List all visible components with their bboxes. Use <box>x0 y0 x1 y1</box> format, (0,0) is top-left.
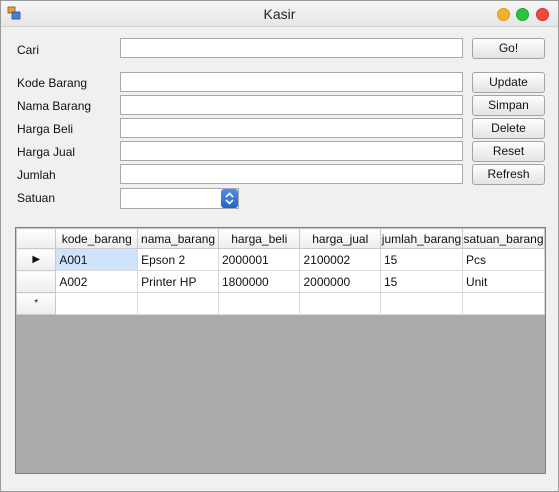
table-cell[interactable] <box>461 292 545 315</box>
harga-beli-input[interactable] <box>120 118 463 138</box>
harga-beli-label: Harga Beli <box>17 122 74 136</box>
table-cell[interactable]: 2100002 <box>299 248 381 271</box>
new-row[interactable]: * <box>16 292 545 315</box>
table-cell[interactable] <box>299 292 381 315</box>
column-header-kode-barang[interactable]: kode_barang <box>55 228 139 249</box>
harga-jual-label: Harga Jual <box>17 145 76 159</box>
table-cell[interactable]: 15 <box>380 270 463 293</box>
table-cell[interactable]: Pcs <box>461 248 545 271</box>
column-header-harga-jual[interactable]: harga_jual <box>299 228 381 249</box>
kasir-window: Kasir Cari Go! Kode Barang Update Nama B… <box>0 0 559 492</box>
kode-barang-label: Kode Barang <box>17 76 88 90</box>
table-cell[interactable] <box>137 292 219 315</box>
jumlah-label: Jumlah <box>17 168 56 182</box>
column-header-satuan-barang[interactable]: satuan_barang <box>461 228 545 249</box>
go-button[interactable]: Go! <box>472 38 545 59</box>
window-title: Kasir <box>263 6 296 22</box>
table-cell[interactable] <box>217 292 301 315</box>
corner-header[interactable] <box>16 228 57 249</box>
barang-data-grid[interactable]: kode_barang nama_barang harga_beli harga… <box>15 227 546 474</box>
simpan-button[interactable]: Simpan <box>472 95 545 116</box>
table-row[interactable]: A002 Printer HP 1800000 2000000 15 Unit <box>16 270 545 293</box>
nama-barang-label: Nama Barang <box>17 99 92 113</box>
column-header-nama-barang[interactable]: nama_barang <box>137 228 219 249</box>
cari-input[interactable] <box>120 38 463 58</box>
column-header-jumlah-barang[interactable]: jumlah_barang <box>380 228 463 249</box>
table-cell[interactable]: 2000000 <box>299 270 381 293</box>
delete-button[interactable]: Delete <box>472 118 545 139</box>
dropdown-button[interactable] <box>221 189 238 208</box>
nama-barang-input[interactable] <box>120 95 463 115</box>
table-cell[interactable] <box>55 292 139 315</box>
jumlah-input[interactable] <box>120 164 463 184</box>
table-row[interactable]: ▶ A001 Epson 2 2000001 2100002 15 Pcs <box>16 248 545 271</box>
satuan-label: Satuan <box>17 191 56 205</box>
barang-table: kode_barang nama_barang harga_beli harga… <box>16 228 545 315</box>
table-cell[interactable]: Unit <box>461 270 545 293</box>
refresh-button[interactable]: Refresh <box>472 164 545 185</box>
table-cell[interactable]: Printer HP <box>137 270 219 293</box>
update-button[interactable]: Update <box>472 72 545 93</box>
kode-barang-input[interactable] <box>120 72 463 92</box>
header-row: kode_barang nama_barang harga_beli harga… <box>16 228 545 249</box>
title-bar[interactable]: Kasir <box>1 1 558 27</box>
table-cell[interactable]: A002 <box>55 270 139 293</box>
minimize-button[interactable] <box>497 8 510 21</box>
satuan-select[interactable] <box>120 188 239 209</box>
column-header-harga-beli[interactable]: harga_beli <box>217 228 301 249</box>
table-cell[interactable]: A001 <box>55 248 139 271</box>
table-cell[interactable]: 2000001 <box>217 248 301 271</box>
close-button[interactable] <box>536 8 549 21</box>
up-down-arrows-icon <box>225 192 234 205</box>
cari-label: Cari <box>17 43 40 57</box>
table-cell[interactable]: Epson 2 <box>137 248 219 271</box>
new-row-marker-icon[interactable]: * <box>16 292 57 315</box>
table-cell[interactable] <box>380 292 463 315</box>
table-cell[interactable]: 15 <box>380 248 463 271</box>
reset-button[interactable]: Reset <box>472 141 545 162</box>
row-header[interactable] <box>16 270 57 293</box>
harga-jual-input[interactable] <box>120 141 463 161</box>
table-cell[interactable]: 1800000 <box>217 270 301 293</box>
maximize-button[interactable] <box>516 8 529 21</box>
current-row-indicator-icon[interactable]: ▶ <box>16 248 57 271</box>
